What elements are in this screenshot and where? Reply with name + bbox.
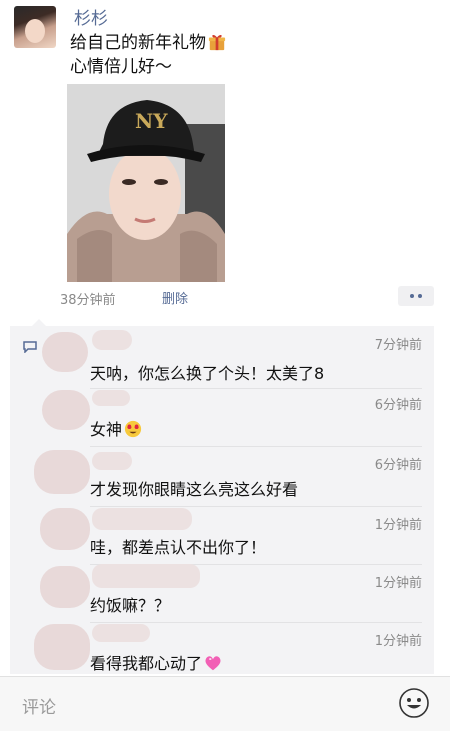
comment-item[interactable]: 6分钟前 才发现你眼睛这么亮这么好看 [34,448,434,504]
divider [90,446,422,447]
more-dots-icon [410,294,414,298]
post-text: 给自己的新年礼物 心情倍儿好～ [70,31,226,79]
commenter-name[interactable] [92,508,192,530]
commenter-avatar[interactable] [40,508,90,550]
comment-text: 哇，都差点认不出你了！ [90,538,267,557]
comment-bubble-icon [23,341,37,353]
comment-time: 6分钟前 [374,398,422,413]
comment-time: 6分钟前 [374,458,422,473]
comment-item[interactable]: 1分钟前 哇，都差点认不出你了！ [40,508,434,564]
divider [90,622,422,623]
comment-input-bar: 评论 [0,676,450,731]
more-button[interactable] [398,286,434,306]
avatar[interactable] [14,6,56,48]
svg-text:NY: NY [135,109,168,133]
selfie-image: NY [67,84,225,282]
heart-eyes-emoji [124,420,142,438]
post-text-line-2: 心情倍儿好～ [70,57,172,77]
commenter-avatar[interactable] [42,390,90,430]
comment-text-row: 看得我都心动了 [90,650,222,674]
pink-heart-emoji [205,656,221,671]
comment-time: 1分钟前 [374,576,422,591]
comment-text: 天呐，你怎么换了个头！太美了8 [90,364,325,383]
comment-time: 1分钟前 [374,634,422,649]
comment-text-row: 女神 [90,416,142,440]
comment-text: 约饭嘛？？ [90,596,171,615]
gift-icon [208,35,226,51]
comment-item[interactable]: 6分钟前 女神 [40,388,434,444]
commenter-avatar[interactable] [34,624,90,670]
moment-post: 杉杉 给自己的新年礼物 心情倍儿好～ NY 38分钟前 删除 [0,0,450,320]
author-name[interactable]: 杉杉 [74,4,108,29]
post-photo[interactable]: NY [67,84,225,282]
comment-time: 7分钟前 [374,338,422,353]
commenter-avatar[interactable] [40,566,90,608]
commenter-avatar[interactable] [34,450,90,494]
commenter-name[interactable] [92,624,150,642]
commenter-name[interactable] [92,390,130,406]
comment-text: 女神 [90,420,123,439]
commenter-avatar[interactable] [42,332,88,372]
comment-item[interactable]: 1分钟前 约饭嘛？？ [40,564,434,622]
commenter-name[interactable] [92,564,200,588]
comment-item[interactable]: 1分钟前 看得我都心动了 [34,624,434,674]
post-time: 38分钟前 [60,293,116,308]
comment-input[interactable]: 评论 [22,693,56,718]
smiley-face-icon[interactable] [398,687,430,719]
commenter-name[interactable] [92,330,132,350]
commenter-name[interactable] [92,452,132,470]
comment-time: 1分钟前 [374,518,422,533]
delete-link[interactable]: 删除 [162,288,188,307]
divider [90,506,422,507]
comment-text: 看得我都心动了 [90,654,203,673]
comment-panel: 7分钟前 天呐，你怎么换了个头！太美了8 6分钟前 女神 6分钟前 才发现你眼睛… [10,319,434,674]
comment-item[interactable]: 7分钟前 天呐，你怎么换了个头！太美了8 [40,328,434,384]
comment-text: 才发现你眼睛这么亮这么好看 [90,480,299,499]
post-text-line-1: 给自己的新年礼物 [70,33,206,53]
